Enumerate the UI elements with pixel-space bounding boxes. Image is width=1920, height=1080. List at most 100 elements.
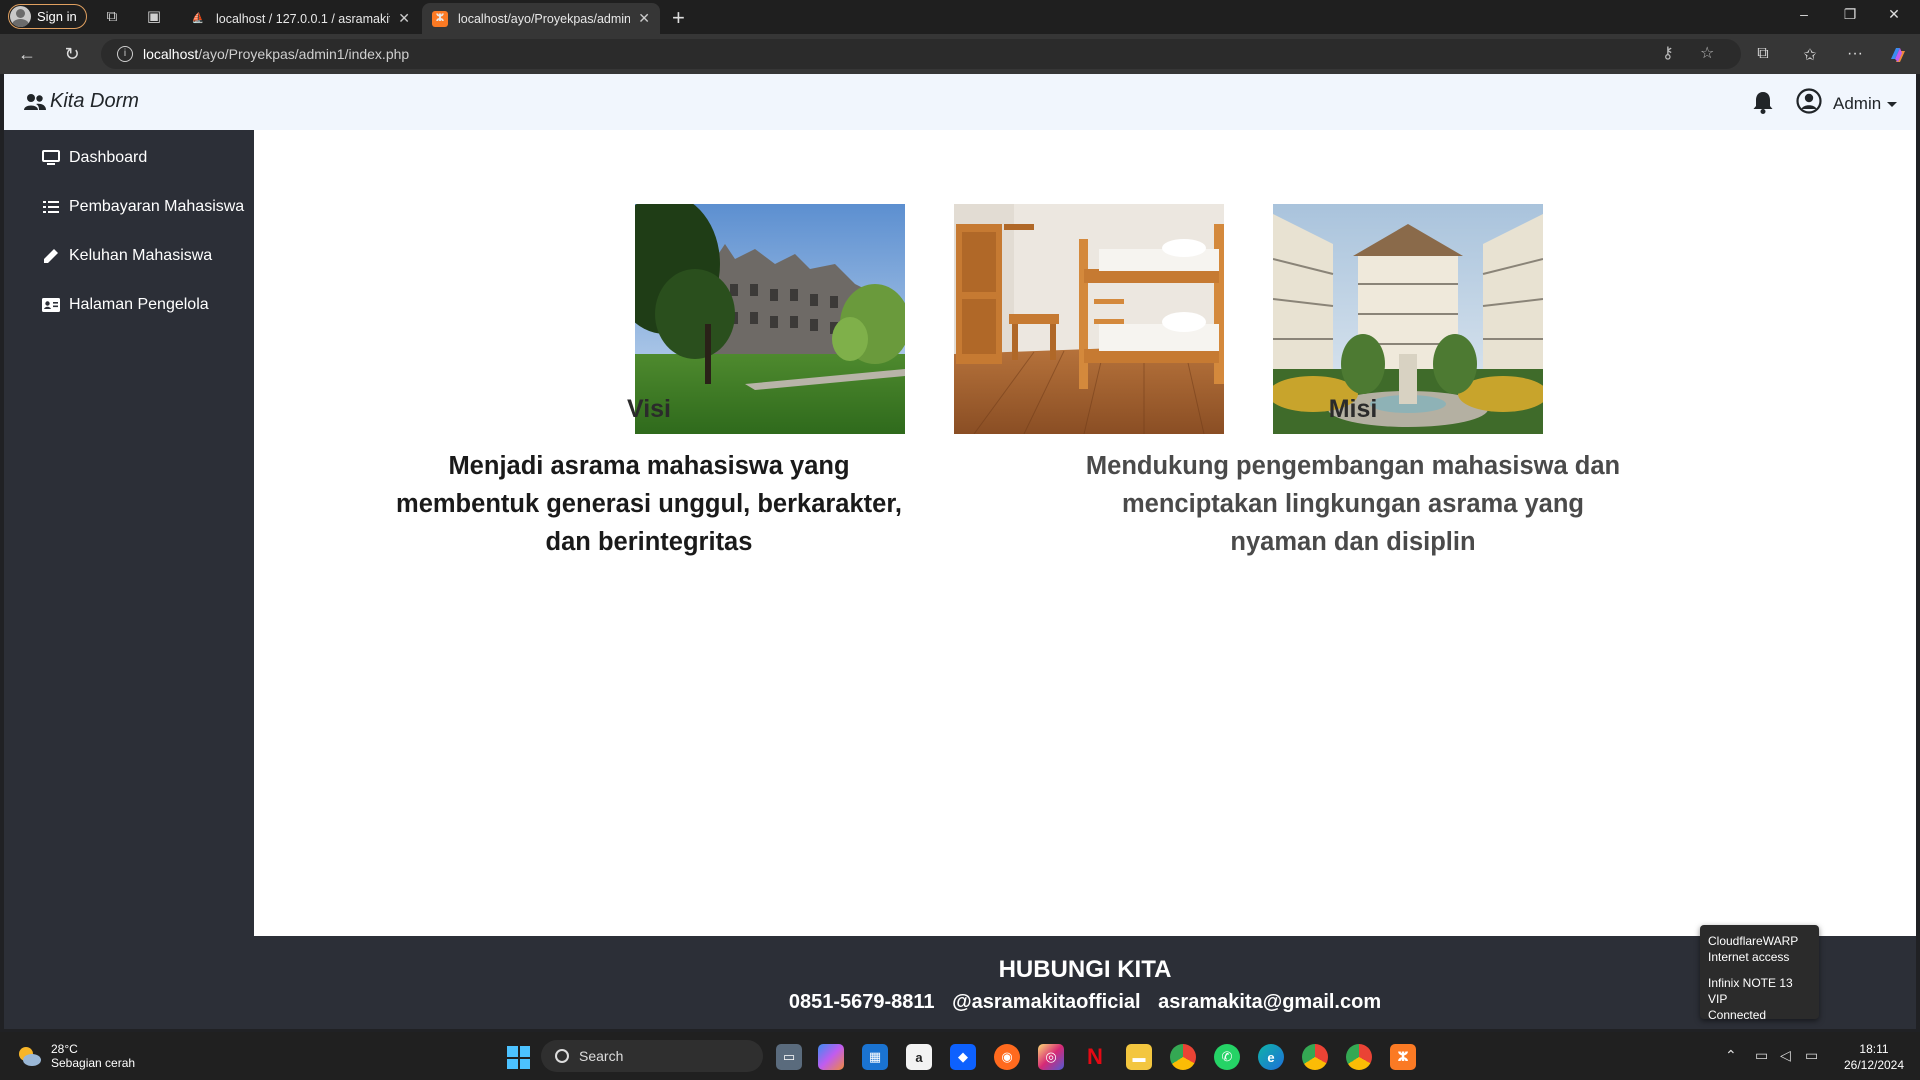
monitor-icon xyxy=(42,149,60,167)
tab-title: localhost / 127.0.0.1 / asramakita xyxy=(216,11,391,26)
tab-phpmyadmin[interactable]: ⛵ localhost / 127.0.0.1 / asramakita ✕ xyxy=(180,3,420,34)
chrome-profile-icon[interactable] xyxy=(1302,1044,1328,1070)
copilot-app-icon[interactable] xyxy=(818,1044,844,1070)
task-view-icon[interactable]: ▭ xyxy=(776,1044,802,1070)
brand[interactable]: Kita Dorm xyxy=(24,90,139,113)
password-key-icon[interactable]: ⚷ xyxy=(1662,43,1674,63)
url-path: /ayo/Proyekpas/admin1/index.php xyxy=(198,46,410,62)
extensions-icon[interactable]: ⧉ xyxy=(1753,45,1773,63)
visi-text: Menjadi asrama mahasiswa yang membentuk … xyxy=(396,452,902,556)
network-icon[interactable]: ▭ xyxy=(1755,1047,1768,1064)
close-tab-icon[interactable]: ✕ xyxy=(398,10,410,27)
tab-title: localhost/ayo/Proyekpas/admin1/ xyxy=(458,11,631,26)
sidebar-item-label: Keluhan Mahasiswa xyxy=(69,247,213,264)
battery-icon[interactable]: ▭ xyxy=(1805,1047,1818,1064)
chrome-icon[interactable] xyxy=(1170,1044,1196,1070)
minimize-icon[interactable]: – xyxy=(1794,6,1814,22)
url-field[interactable]: i localhost/ayo/Proyekpas/admin1/index.p… xyxy=(101,39,1741,69)
new-tab-icon[interactable]: + xyxy=(672,5,685,31)
netflix-icon[interactable]: N xyxy=(1082,1044,1108,1070)
volume-icon[interactable]: ◁ xyxy=(1780,1047,1791,1064)
xampp-favicon-icon: ⵣ xyxy=(432,10,448,27)
sidebar-item-pembayaran[interactable]: Pembayaran Mahasiswa xyxy=(42,195,244,219)
search-label: Search xyxy=(579,1048,624,1064)
footer-title: HUBUNGI KITA xyxy=(998,956,1172,983)
address-bar: ← ↻ i localhost/ayo/Proyekpas/admin1/ind… xyxy=(0,34,1920,74)
taskbar: 28°C Sebagian cerah Search ▭ ▦ a ◆ ◉ ◎ N… xyxy=(0,1032,1920,1080)
footer: HUBUNGI KITA 0851-5679-8811 @asramakitao… xyxy=(254,936,1916,1029)
xampp-icon[interactable]: ⵣ xyxy=(1390,1044,1416,1070)
notification-line: Infinix NOTE 13 VIP xyxy=(1708,976,1793,1006)
close-window-icon[interactable]: ✕ xyxy=(1884,6,1904,23)
firefox-icon[interactable]: ◉ xyxy=(994,1044,1020,1070)
user-circle-icon[interactable] xyxy=(1796,88,1822,114)
start-button[interactable] xyxy=(507,1046,530,1069)
sidebar-item-label: Dashboard xyxy=(69,149,148,166)
footer-instagram: @asramakitaofficial xyxy=(952,991,1141,1013)
restore-icon[interactable]: ❐ xyxy=(1840,6,1860,23)
visi-title: Visi xyxy=(626,395,672,423)
weather-widget[interactable]: 28°C Sebagian cerah xyxy=(16,1042,135,1070)
users-icon xyxy=(24,93,46,111)
admin-dropdown[interactable]: Admin xyxy=(1833,94,1898,114)
tab-actions-icon[interactable]: ▣ xyxy=(144,7,164,27)
sign-in-button[interactable]: Sign in xyxy=(8,4,87,29)
edge-icon[interactable]: e xyxy=(1258,1044,1284,1070)
chevron-up-icon[interactable]: ⌃ xyxy=(1725,1047,1737,1064)
whatsapp-icon[interactable]: ✆ xyxy=(1214,1044,1240,1070)
file-explorer-icon[interactable]: ▬ xyxy=(1126,1044,1152,1070)
notification-line: Connected xyxy=(1708,1008,1767,1022)
notification-line: Internet access xyxy=(1708,950,1790,964)
favorite-star-icon[interactable]: ☆ xyxy=(1700,43,1714,63)
site-info-icon[interactable]: i xyxy=(117,46,133,62)
instagram-icon[interactable]: ◎ xyxy=(1038,1044,1064,1070)
main-content: Visi Menjadi asrama mahasiswa yang membe… xyxy=(254,130,1916,936)
url-host: localhost xyxy=(143,46,199,62)
sidebar-item-keluhan[interactable]: Keluhan Mahasiswa xyxy=(42,244,212,268)
bell-icon[interactable] xyxy=(1752,90,1774,114)
footer-contacts: 0851-5679-8811 @asramakitaofficial asram… xyxy=(254,991,1916,1014)
weather-condition: Sebagian cerah xyxy=(51,1056,136,1070)
workspaces-icon[interactable]: ⧉ xyxy=(102,7,122,27)
dropbox-icon[interactable]: ◆ xyxy=(950,1044,976,1070)
profile-avatar-icon xyxy=(10,6,31,27)
sign-in-label: Sign in xyxy=(37,9,77,24)
sidebar-item-dashboard[interactable]: Dashboard xyxy=(42,146,147,170)
sidebar-item-pengelola[interactable]: Halaman Pengelola xyxy=(42,293,209,317)
footer-email: asramakita@gmail.com xyxy=(1158,991,1382,1013)
time: 18:11 xyxy=(1859,1042,1889,1056)
sidebar-item-label: Halaman Pengelola xyxy=(69,296,209,313)
close-tab-icon[interactable]: ✕ xyxy=(638,10,650,27)
chrome-profile-icon[interactable] xyxy=(1346,1044,1372,1070)
sidebar: Dashboard Pembayaran Mahasiswa Keluhan M… xyxy=(4,130,254,1029)
amazon-icon[interactable]: a xyxy=(906,1044,932,1070)
copilot-icon[interactable] xyxy=(1888,45,1908,70)
clock[interactable]: 18:11 26/12/2024 xyxy=(1836,1041,1912,1073)
back-icon[interactable]: ← xyxy=(16,44,38,65)
temperature: 28°C xyxy=(51,1042,78,1056)
footer-phone: 0851-5679-8811 xyxy=(788,991,935,1013)
browser-tab-bar: Sign in ⧉ ▣ ⛵ localhost / 127.0.0.1 / as… xyxy=(0,0,1920,34)
top-navbar: Kita Dorm Admin xyxy=(4,74,1916,130)
taskbar-search[interactable]: Search xyxy=(541,1040,763,1072)
web-page: Kita Dorm Admin Dashboard Pembayaran Mah… xyxy=(4,74,1916,1029)
notification-line: CloudflareWARP xyxy=(1708,934,1799,948)
store-icon[interactable]: ▦ xyxy=(862,1044,888,1070)
chevron-down-icon xyxy=(1887,102,1898,108)
date: 26/12/2024 xyxy=(1843,1058,1905,1072)
brand-name: Kita Dorm xyxy=(50,90,139,112)
more-menu-icon[interactable]: ··· xyxy=(1845,45,1865,63)
reload-icon[interactable]: ↻ xyxy=(61,44,83,65)
tab-admin[interactable]: ⵣ localhost/ayo/Proyekpas/admin1/ ✕ xyxy=(422,3,660,34)
partly-sunny-icon xyxy=(16,1045,42,1067)
id-card-icon xyxy=(42,296,60,314)
misi-text: Mendukung pengembangan mahasiswa dan men… xyxy=(1085,452,1621,556)
pencil-icon xyxy=(42,247,60,265)
network-notification: CloudflareWARP Internet access Infinix N… xyxy=(1700,925,1819,1022)
admin-label: Admin xyxy=(1833,94,1882,113)
favorites-icon[interactable]: ✩ xyxy=(1800,45,1820,65)
list-icon xyxy=(42,198,60,216)
misi-title: Misi xyxy=(1328,395,1378,423)
sidebar-item-label: Pembayaran Mahasiswa xyxy=(69,198,245,215)
search-icon xyxy=(555,1049,569,1063)
